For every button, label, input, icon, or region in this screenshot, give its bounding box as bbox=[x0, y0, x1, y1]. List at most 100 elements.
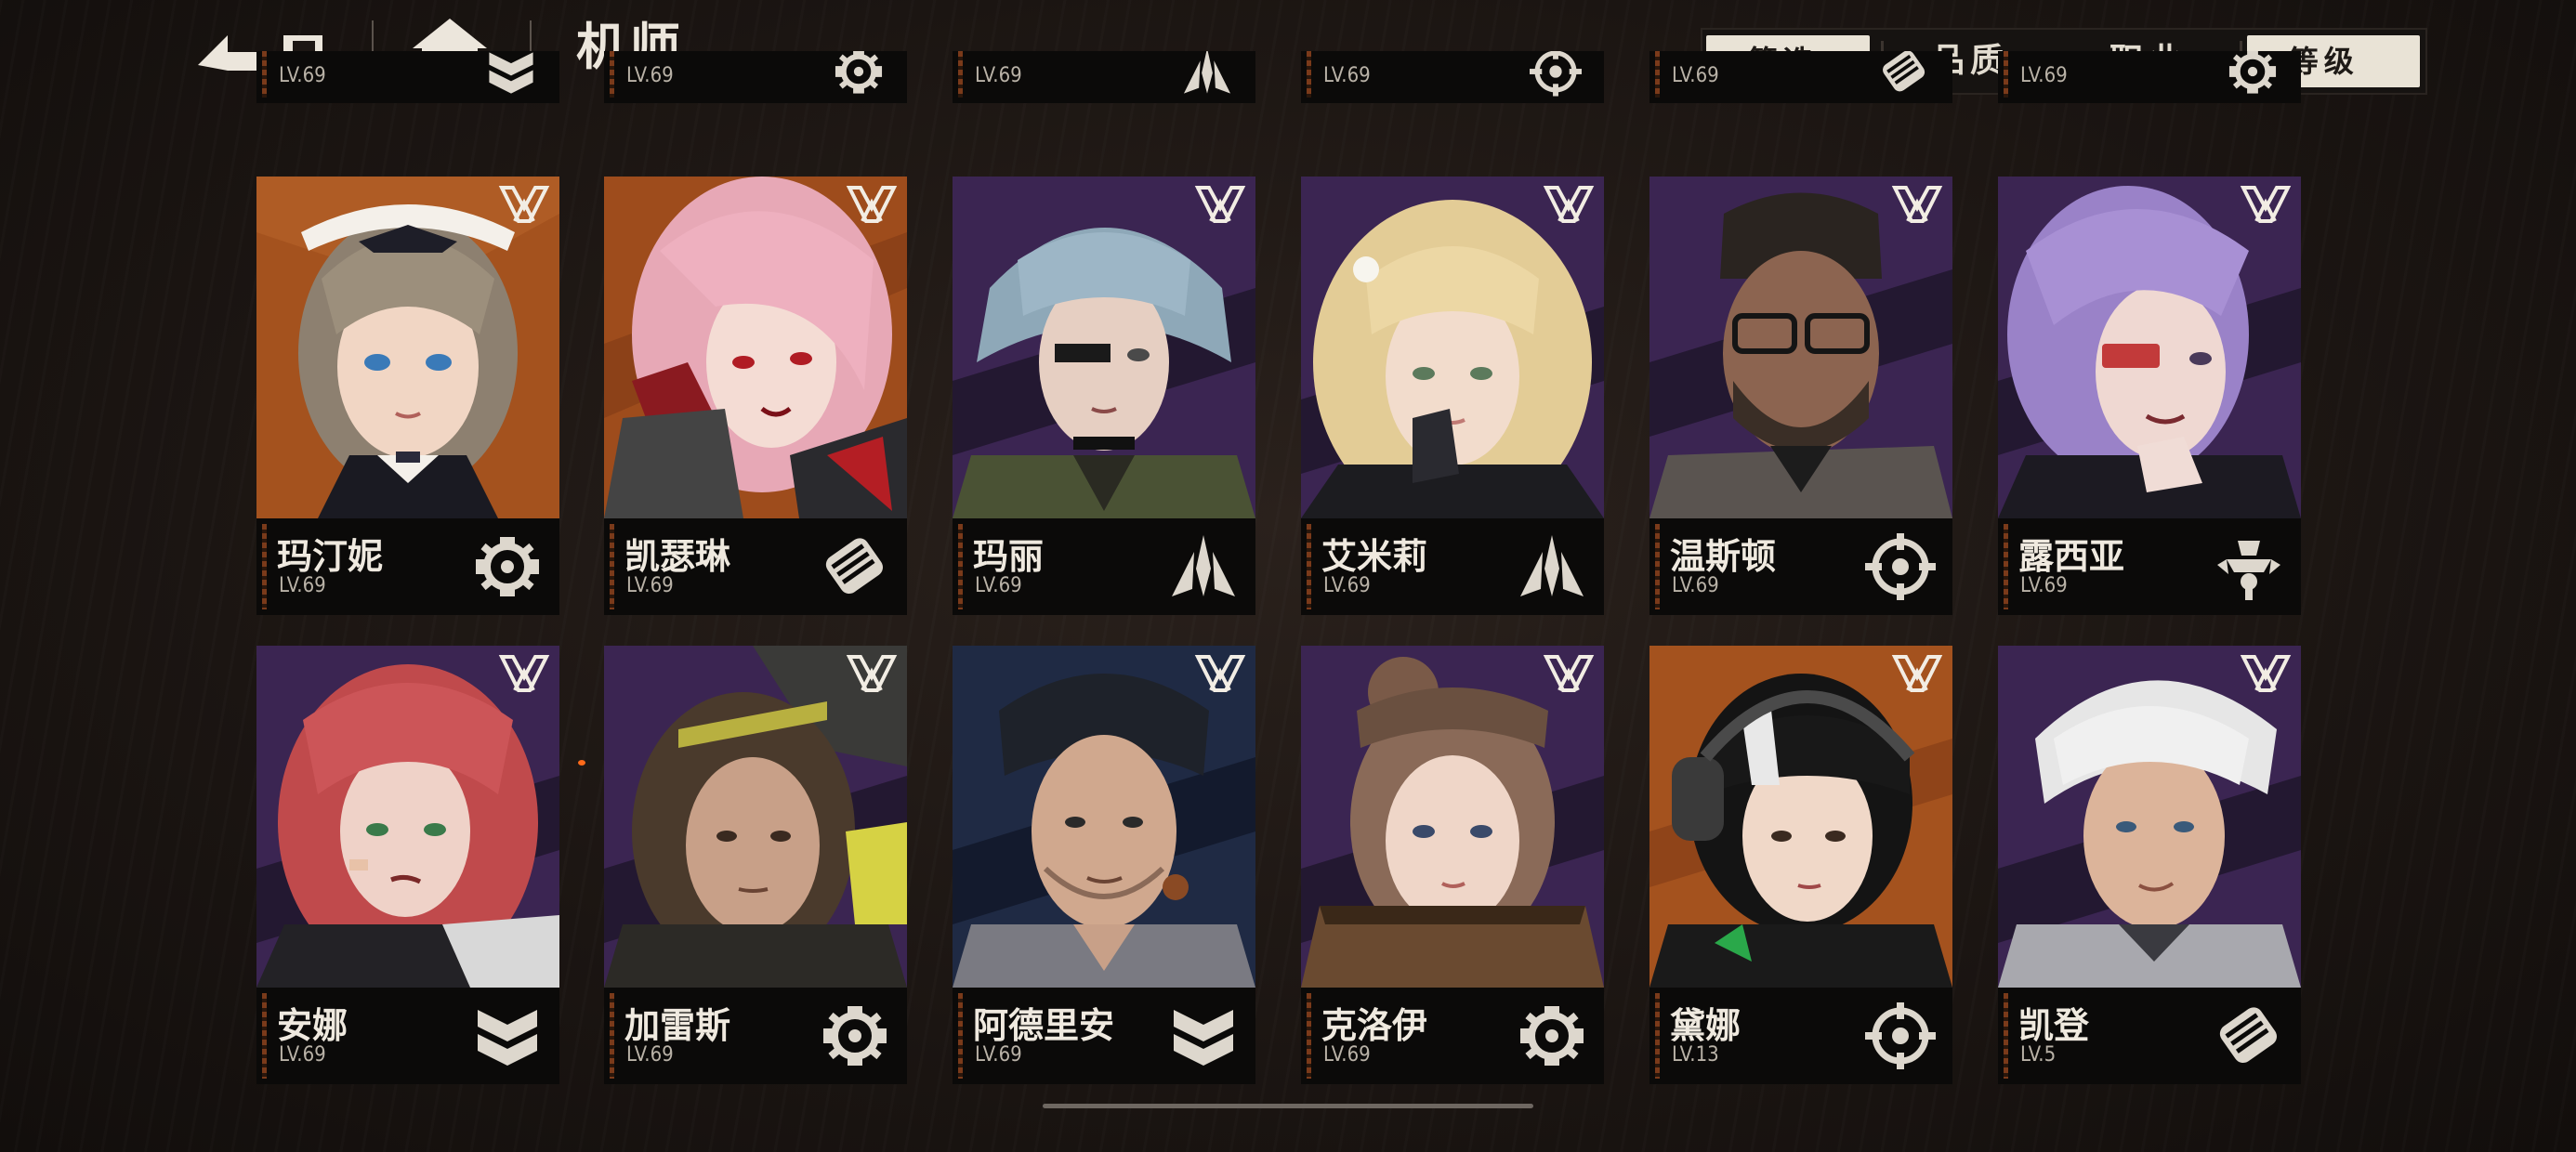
pilot-level: LV.69 bbox=[2020, 574, 2068, 597]
ember-particle bbox=[578, 760, 585, 766]
pilot-portrait bbox=[1649, 646, 1952, 988]
pilot-card-kaden[interactable]: 凯登 LV.5 bbox=[1998, 646, 2301, 1084]
pilot-level: LV.69 bbox=[1323, 64, 1371, 87]
nameplate: LV.69 bbox=[953, 51, 1255, 103]
rank-icon bbox=[846, 184, 898, 225]
rank-icon bbox=[1891, 184, 1943, 225]
wrench-gear-icon bbox=[825, 51, 892, 98]
rank-icon bbox=[846, 653, 898, 694]
crosshair-icon bbox=[1863, 531, 1938, 602]
pilot-level: LV.13 bbox=[1672, 1043, 1719, 1067]
nameplate: 加雷斯 LV.69 bbox=[604, 988, 907, 1084]
pilot-portrait bbox=[953, 177, 1255, 518]
pilot-card-gareth[interactable]: 加雷斯 LV.69 bbox=[604, 646, 907, 1084]
wrench-gear-icon bbox=[1515, 1001, 1589, 1071]
pilot-portrait bbox=[256, 646, 559, 988]
pilot-card-partial[interactable]: LV.69 bbox=[604, 51, 907, 144]
pilot-card-adrian[interactable]: 阿德里安 LV.69 bbox=[953, 646, 1255, 1084]
pilot-card-partial[interactable]: LV.69 bbox=[953, 51, 1255, 144]
pilot-level: LV.69 bbox=[279, 64, 326, 87]
pilot-name: 露西亚 bbox=[2018, 536, 2125, 577]
nameplate-accent bbox=[958, 993, 963, 1079]
shield-chevron-icon bbox=[478, 51, 545, 98]
pilot-name: 凯登 bbox=[2018, 1005, 2090, 1046]
nameplate-accent bbox=[610, 524, 614, 609]
nameplate-accent bbox=[1655, 993, 1660, 1079]
pilot-card-emily[interactable]: 艾米莉 LV.69 bbox=[1301, 177, 1604, 615]
pilot-level: LV.69 bbox=[279, 1043, 326, 1067]
nameplate: LV.69 bbox=[1649, 51, 1952, 103]
rank-icon bbox=[1194, 653, 1246, 694]
nameplate: 凯瑟琳 LV.69 bbox=[604, 518, 907, 615]
pilot-level: LV.5 bbox=[2020, 1043, 2057, 1067]
pilot-card-partial[interactable]: LV.69 bbox=[1649, 51, 1952, 144]
nameplate-accent bbox=[262, 51, 267, 98]
pilot-name: 温斯顿 bbox=[1670, 536, 1777, 577]
nameplate: LV.69 bbox=[1998, 51, 2301, 103]
nameplate: LV.69 bbox=[604, 51, 907, 103]
nameplate-accent bbox=[958, 524, 963, 609]
pilot-name: 玛汀妮 bbox=[277, 536, 384, 577]
shield-chevron-icon bbox=[470, 1001, 545, 1071]
pilot-name: 加雷斯 bbox=[624, 1005, 731, 1046]
rank-icon bbox=[1194, 184, 1246, 225]
pilot-card-catherine[interactable]: 凯瑟琳 LV.69 bbox=[604, 177, 907, 615]
pilot-name: 玛丽 bbox=[973, 536, 1045, 577]
pilot-card-winston[interactable]: 温斯顿 LV.69 bbox=[1649, 177, 1952, 615]
pilot-card-chloe[interactable]: 克洛伊 LV.69 bbox=[1301, 646, 1604, 1084]
rank-icon bbox=[2240, 653, 2292, 694]
rank-icon bbox=[2240, 184, 2292, 225]
wrench-gear-icon bbox=[2219, 51, 2286, 98]
pilot-level: LV.69 bbox=[975, 64, 1022, 87]
pilot-portrait bbox=[1649, 177, 1952, 518]
nameplate: 玛丽 LV.69 bbox=[953, 518, 1255, 615]
nameplate-accent bbox=[1307, 524, 1311, 609]
nameplate: 黛娜 LV.13 bbox=[1649, 988, 1952, 1084]
pilot-name: 阿德里安 bbox=[973, 1005, 1115, 1046]
pilot-portrait bbox=[1998, 646, 2301, 988]
pilot-level: LV.69 bbox=[1672, 574, 1719, 597]
pilot-level: LV.69 bbox=[626, 574, 674, 597]
pilot-level: LV.69 bbox=[2020, 64, 2068, 87]
fist-icon bbox=[1871, 51, 1938, 98]
nameplate-accent bbox=[958, 51, 963, 98]
nameplate-accent bbox=[610, 51, 614, 98]
pilot-name: 安娜 bbox=[277, 1005, 348, 1046]
pilot-grid: LV.69 LV.69 LV.69 LV.69 LV.69 LV.69 玛汀妮 … bbox=[0, 0, 2576, 1152]
pilot-card-dana[interactable]: 黛娜 LV.13 bbox=[1649, 646, 1952, 1084]
nameplate: 凯登 LV.5 bbox=[1998, 988, 2301, 1084]
nameplate: 温斯顿 LV.69 bbox=[1649, 518, 1952, 615]
pilot-portrait bbox=[953, 646, 1255, 988]
scroll-indicator[interactable] bbox=[1043, 1104, 1533, 1108]
pilot-level: LV.69 bbox=[279, 574, 326, 597]
nameplate: LV.69 bbox=[256, 51, 559, 103]
pilot-level: LV.69 bbox=[975, 574, 1022, 597]
wrench-gear-icon bbox=[470, 531, 545, 602]
pilot-card-partial[interactable]: LV.69 bbox=[256, 51, 559, 144]
fist-icon bbox=[818, 531, 892, 602]
pilot-level: LV.69 bbox=[1323, 1043, 1371, 1067]
pilot-card-lucia[interactable]: 露西亚 LV.69 bbox=[1998, 177, 2301, 615]
rank-icon bbox=[1543, 653, 1595, 694]
crosshair-icon bbox=[1522, 51, 1589, 98]
pilot-portrait bbox=[256, 177, 559, 518]
nameplate: LV.69 bbox=[1301, 51, 1604, 103]
nameplate-accent bbox=[2004, 51, 2008, 98]
pilot-level: LV.69 bbox=[1323, 574, 1371, 597]
arrow-blade-icon bbox=[1515, 531, 1589, 602]
pilot-level: LV.69 bbox=[626, 64, 674, 87]
pilot-card-partial[interactable]: LV.69 bbox=[1301, 51, 1604, 144]
pilot-card-mary[interactable]: 玛丽 LV.69 bbox=[953, 177, 1255, 615]
pilot-card-partial[interactable]: LV.69 bbox=[1998, 51, 2301, 144]
pilot-name: 黛娜 bbox=[1670, 1005, 1741, 1046]
drone-icon bbox=[2212, 531, 2286, 602]
nameplate-accent bbox=[1655, 51, 1660, 98]
nameplate-accent bbox=[262, 524, 267, 609]
nameplate: 安娜 LV.69 bbox=[256, 988, 559, 1084]
nameplate-accent bbox=[1307, 993, 1311, 1079]
pilot-card-martini[interactable]: 玛汀妮 LV.69 bbox=[256, 177, 559, 615]
crosshair-icon bbox=[1863, 1001, 1938, 1071]
nameplate-accent bbox=[610, 993, 614, 1079]
pilot-card-anna[interactable]: 安娜 LV.69 bbox=[256, 646, 559, 1084]
arrow-blade-icon bbox=[1174, 51, 1241, 98]
